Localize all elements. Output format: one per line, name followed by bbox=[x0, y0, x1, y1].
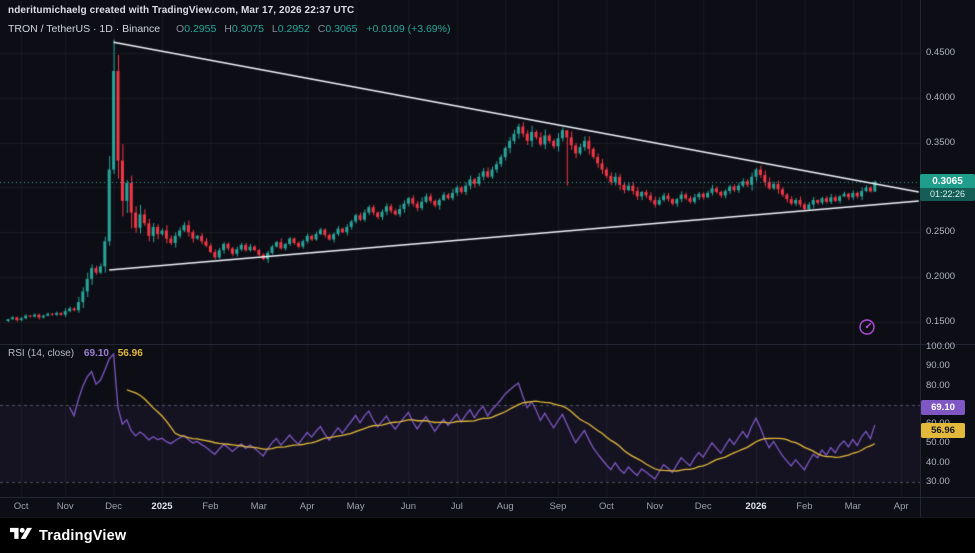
last-price-value: 0.3065 bbox=[920, 174, 975, 188]
symbol-title[interactable]: TRON / TetherUS · 1D · Binance bbox=[8, 23, 160, 35]
close-value: 0.3065 bbox=[325, 23, 357, 35]
rsi-axis-label: 40.00 bbox=[926, 457, 950, 468]
price-axis-label: 0.4000 bbox=[926, 92, 955, 103]
countdown-timer: 01:22:26 bbox=[920, 188, 975, 201]
watermark-attribution: nderitumichaelg created with TradingView… bbox=[8, 5, 354, 16]
rsi-ma-badge: 56.96 bbox=[921, 423, 965, 438]
price-axis-label: 0.2500 bbox=[926, 226, 955, 237]
time-axis-month-label: Sep bbox=[550, 501, 567, 512]
open-value: 0.2955 bbox=[184, 23, 216, 35]
tradingview-chart-app: nderitumichaelg created with TradingView… bbox=[0, 0, 975, 553]
time-axis-month-label: Apr bbox=[300, 501, 315, 512]
rsi-title[interactable]: RSI (14, close) bbox=[8, 348, 74, 359]
time-axis-month-label: Dec bbox=[695, 501, 712, 512]
price-axis-label: 0.3500 bbox=[926, 137, 955, 148]
footer-bar: TradingView bbox=[0, 517, 975, 553]
rsi-legend: RSI (14, close) 69.10 56.96 bbox=[8, 348, 143, 359]
time-axis-year-label: 2025 bbox=[151, 501, 172, 512]
rsi-axis-label: 90.00 bbox=[926, 360, 950, 371]
time-axis-month-label: Apr bbox=[894, 501, 909, 512]
time-axis-month-label: May bbox=[347, 501, 365, 512]
rsi-chart-canvas[interactable] bbox=[0, 345, 920, 497]
time-axis-month-label: Nov bbox=[646, 501, 663, 512]
speedometer-icon[interactable] bbox=[858, 318, 876, 336]
price-axis[interactable]: 0.45000.40000.35000.30000.25000.20000.15… bbox=[920, 0, 975, 344]
symbol-legend: TRON / TetherUS · 1D · Binance O0.2955 H… bbox=[8, 23, 450, 35]
tradingview-logo[interactable]: TradingView bbox=[10, 525, 126, 548]
time-axis-month-label: Jul bbox=[451, 501, 463, 512]
time-axis-month-label: Oct bbox=[14, 501, 29, 512]
rsi-axis-label: 80.00 bbox=[926, 380, 950, 391]
time-axis-month-label: Jun bbox=[401, 501, 416, 512]
price-axis-label: 0.2000 bbox=[926, 271, 955, 282]
rsi-ma-value: 56.96 bbox=[118, 348, 143, 359]
change-value: +0.0109 (+3.69%) bbox=[366, 23, 450, 35]
brand-text: TradingView bbox=[39, 528, 126, 544]
time-axis-month-label: Feb bbox=[202, 501, 218, 512]
high-value: 0.3075 bbox=[232, 23, 264, 35]
pane-separator[interactable] bbox=[0, 344, 975, 345]
price-chart-canvas[interactable] bbox=[0, 0, 920, 344]
time-axis[interactable]: Oct Nov Dec 2025 Feb Mar Apr May Jun Jul Aug Sep Oct… bbox=[0, 497, 920, 517]
high-label: H bbox=[224, 23, 232, 35]
rsi-axis-label: 100.00 bbox=[926, 341, 955, 352]
time-axis-month-label: Feb bbox=[796, 501, 812, 512]
time-axis-month-label: Dec bbox=[105, 501, 122, 512]
low-value: 0.2952 bbox=[278, 23, 310, 35]
rsi-axis-label: 30.00 bbox=[926, 476, 950, 487]
open-label: O bbox=[176, 23, 184, 35]
rsi-value-badge: 69.10 bbox=[921, 400, 965, 415]
time-axis-month-label: Nov bbox=[57, 501, 74, 512]
time-axis-month-label: Oct bbox=[599, 501, 614, 512]
price-axis-label: 0.4500 bbox=[926, 47, 955, 58]
last-price-badge: 0.3065 01:22:26 bbox=[920, 174, 975, 201]
time-axis-month-label: Mar bbox=[251, 501, 267, 512]
time-axis-month-label: Mar bbox=[845, 501, 861, 512]
price-axis-label: 0.1500 bbox=[926, 316, 955, 327]
tradingview-logo-icon bbox=[10, 525, 32, 548]
rsi-axis[interactable]: 100.0090.0080.0070.0060.0050.0040.0030.0… bbox=[920, 345, 975, 497]
rsi-current-value: 69.10 bbox=[84, 348, 109, 359]
time-axis-month-label: Aug bbox=[497, 501, 514, 512]
time-axis-year-label: 2026 bbox=[745, 501, 766, 512]
rsi-axis-label: 50.00 bbox=[926, 437, 950, 448]
